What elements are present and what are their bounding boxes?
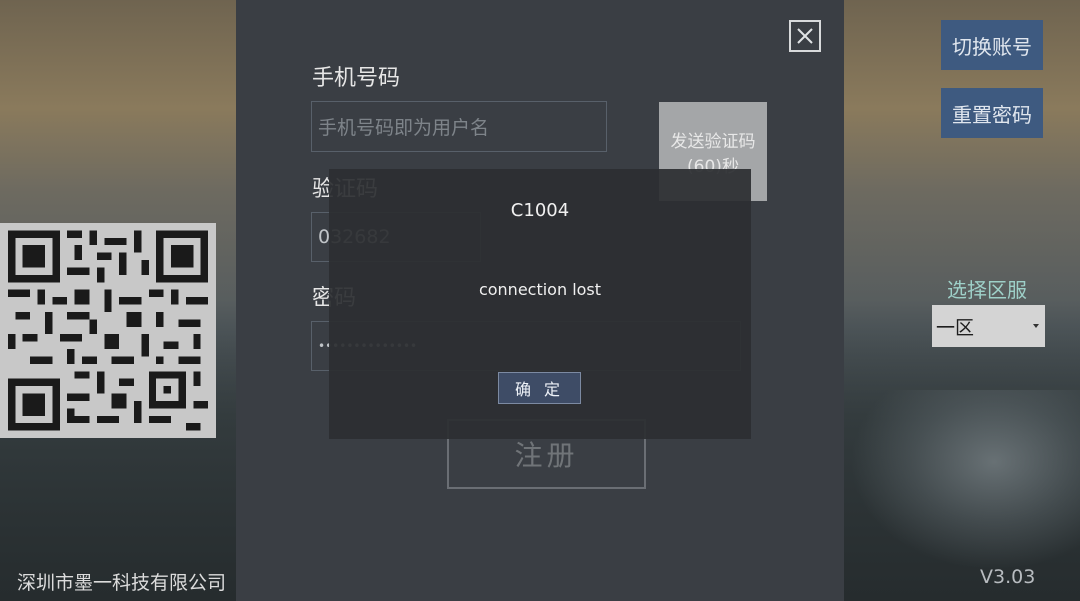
server-select[interactable]: 一区	[932, 305, 1045, 347]
qr-code-icon	[0, 223, 216, 438]
close-icon	[797, 28, 813, 44]
dialog-message: connection lost	[478, 280, 602, 299]
server-selected-value: 一区	[936, 316, 975, 339]
company-name: 深圳市墨一科技有限公司	[17, 572, 227, 594]
send-code-label: 发送验证码	[670, 131, 756, 152]
phone-label: 手机号码	[312, 66, 401, 91]
server-select-label: 选择区服	[947, 278, 1027, 302]
background-airplane	[850, 390, 1080, 570]
dialog-ok-button[interactable]: 确 定	[498, 372, 581, 404]
dialog-title: C1004	[510, 200, 570, 221]
phone-input[interactable]: 手机号码即为用户名	[311, 101, 607, 152]
close-button[interactable]	[789, 20, 821, 52]
version-label: V3.03	[980, 566, 1036, 588]
reset-password-button[interactable]: 重置密码	[941, 88, 1043, 138]
chevron-down-icon	[1033, 324, 1039, 328]
error-dialog: C1004 connection lost 确 定	[329, 169, 751, 439]
switch-account-button[interactable]: 切换账号	[941, 20, 1043, 70]
